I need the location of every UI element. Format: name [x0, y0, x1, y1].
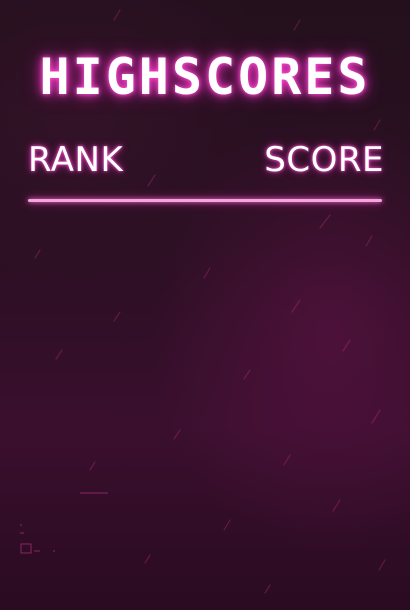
highscores-title: HIGHSCORES — [39, 48, 371, 106]
highscores-screen: HIGHSCORES RANK SCORE — [0, 0, 410, 610]
hud-decoration-icon — [20, 492, 108, 554]
score-column-header: SCORE — [264, 140, 384, 180]
rank-column-header: RANK — [28, 140, 124, 180]
score-list — [28, 212, 382, 472]
header-divider — [28, 199, 382, 202]
